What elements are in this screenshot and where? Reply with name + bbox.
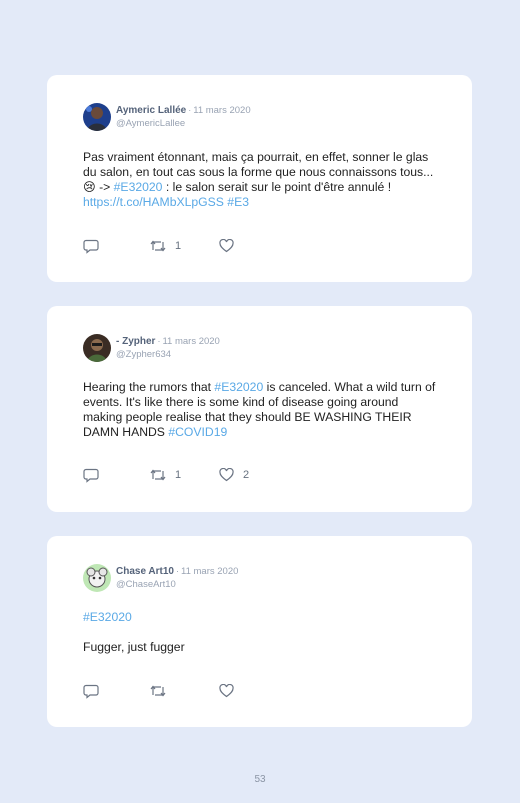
like-button[interactable]: 2: [219, 467, 249, 483]
like-button[interactable]: [219, 238, 243, 254]
tweet-card: Aymeric Lallée · 11 mars 2020 @AymericLall…: [47, 75, 472, 282]
reply-button[interactable]: [83, 467, 99, 483]
like-button[interactable]: [219, 683, 243, 699]
tweet-date[interactable]: 11 mars 2020: [162, 336, 219, 347]
retweet-button[interactable]: [150, 683, 175, 699]
author-handle[interactable]: @AymericLallee: [116, 117, 251, 130]
author-name[interactable]: - Zypher: [116, 336, 155, 347]
retweet-button[interactable]: 1: [150, 467, 181, 483]
tweet-text: Hearing the rumors that #E32020 is cance…: [83, 380, 436, 440]
reply-button[interactable]: [83, 683, 99, 699]
reply-icon: [83, 239, 99, 254]
hashtag-link[interactable]: #E32020: [214, 380, 263, 394]
tweet-text: Pas vraiment étonnant, mais ça pourrait,…: [83, 150, 436, 210]
retweet-count: 1: [175, 240, 182, 252]
author-handle[interactable]: @ChaseArt10: [116, 578, 238, 591]
hashtag-link[interactable]: #E32020: [114, 180, 163, 194]
retweet-button[interactable]: 1: [150, 238, 181, 254]
like-icon: [219, 239, 234, 253]
hashtag-link[interactable]: #COVID19: [168, 425, 227, 439]
tweet-text-part: Fugger, just fugger: [83, 640, 185, 654]
author-handle[interactable]: @Zypher634: [116, 348, 220, 361]
reply-icon: [83, 684, 99, 699]
retweet-icon: [150, 468, 166, 482]
reply-icon: [83, 468, 99, 483]
retweet-count: 1: [175, 469, 182, 481]
retweet-icon: [150, 239, 166, 253]
reply-button[interactable]: [83, 238, 99, 254]
hashtag-link[interactable]: #E32020: [83, 610, 132, 624]
avatar[interactable]: [83, 334, 111, 362]
like-count: 2: [243, 469, 250, 481]
like-icon: [219, 684, 234, 698]
tweet-date[interactable]: 11 mars 2020: [193, 105, 250, 116]
avatar[interactable]: [83, 103, 111, 131]
tweet-text: Fugger, just fugger: [83, 640, 436, 655]
avatar[interactable]: [83, 564, 111, 592]
separator-dot: ·: [188, 105, 192, 115]
page-number: 53: [254, 774, 266, 785]
author-name[interactable]: Aymeric Lallée: [116, 105, 186, 116]
retweet-icon: [150, 684, 166, 698]
tweet-date[interactable]: 11 mars 2020: [181, 566, 238, 577]
tweet-card: Chase Art10 · 11 mars 2020 @ChaseArt10 #E3…: [47, 536, 472, 727]
separator-dot: ·: [157, 336, 161, 346]
author-name[interactable]: Chase Art10: [116, 566, 174, 577]
tweet-hashtag: #E32020: [83, 610, 436, 625]
url-link[interactable]: https://t.co/HAMbXLpGSS: [83, 195, 224, 209]
tweet-text-part: Hearing the rumors that: [83, 380, 215, 394]
tweet-text-part: : le salon serait sur le point d'être an…: [162, 180, 392, 194]
like-icon: [219, 468, 234, 482]
separator-dot: ·: [176, 566, 179, 576]
hashtag-link[interactable]: #E3: [227, 195, 249, 209]
tweet-card: - Zypher · 11 mars 2020 @Zypher634 Hearing…: [47, 306, 472, 512]
